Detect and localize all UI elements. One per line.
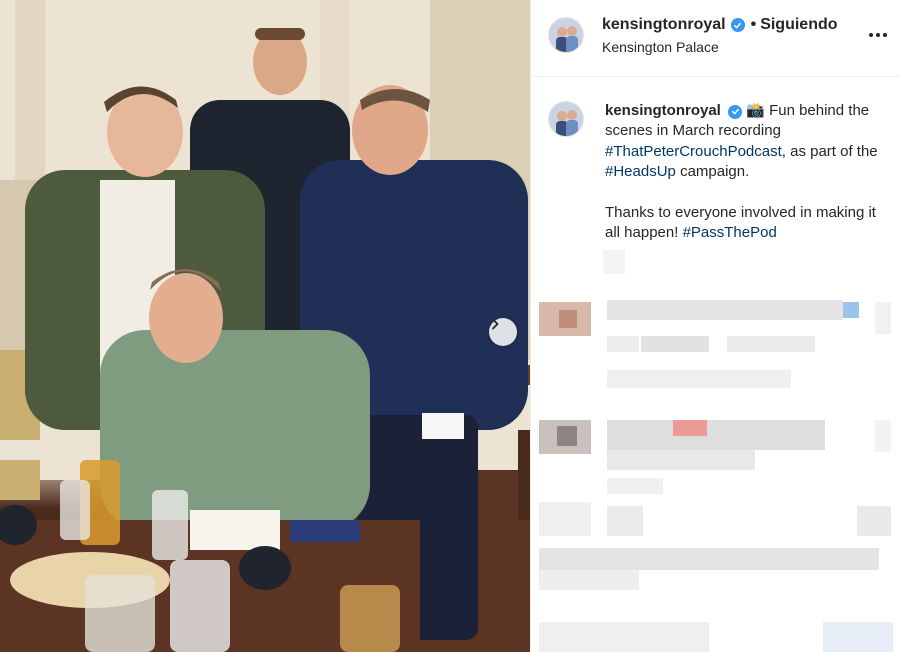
caption-avatar[interactable] bbox=[548, 101, 584, 137]
following-button[interactable]: Siguiendo bbox=[760, 16, 837, 34]
verified-badge-icon bbox=[730, 18, 745, 32]
avatar-image bbox=[549, 102, 583, 136]
post-photo[interactable] bbox=[0, 0, 530, 652]
location-link[interactable]: Kensington Palace bbox=[602, 39, 719, 55]
next-photo-button[interactable] bbox=[489, 318, 517, 346]
avatar-image bbox=[549, 18, 583, 52]
profile-avatar[interactable] bbox=[548, 17, 584, 53]
header-user-line: kensingtonroyal • Siguiendo bbox=[602, 16, 838, 34]
verified-badge-icon bbox=[728, 104, 743, 119]
camera-emoji: 📸 bbox=[746, 102, 765, 119]
chevron-right-icon bbox=[492, 318, 499, 330]
header-username[interactable]: kensingtonroyal bbox=[602, 16, 726, 34]
separator-dot: • bbox=[750, 16, 757, 33]
hashtag-link[interactable]: #ThatPeterCrouchPodcast bbox=[605, 143, 782, 160]
caption-text: kensingtonroyal 📸 Fun behind the scenes … bbox=[605, 101, 895, 244]
more-options-icon[interactable] bbox=[867, 24, 889, 46]
caption-username[interactable]: kensingtonroyal bbox=[605, 102, 721, 119]
post-header: kensingtonroyal • Siguiendo Kensington P… bbox=[531, 0, 900, 77]
hashtag-link[interactable]: #PassThePod bbox=[683, 224, 777, 241]
hashtag-link[interactable]: #HeadsUp bbox=[605, 163, 676, 180]
photo-illustration bbox=[0, 0, 530, 652]
censored-comments bbox=[531, 250, 900, 652]
post-details-panel: kensingtonroyal • Siguiendo Kensington P… bbox=[530, 0, 900, 652]
caption-middle: , as part of the bbox=[781, 142, 878, 160]
caption-after-campaign: campaign. bbox=[680, 163, 750, 181]
